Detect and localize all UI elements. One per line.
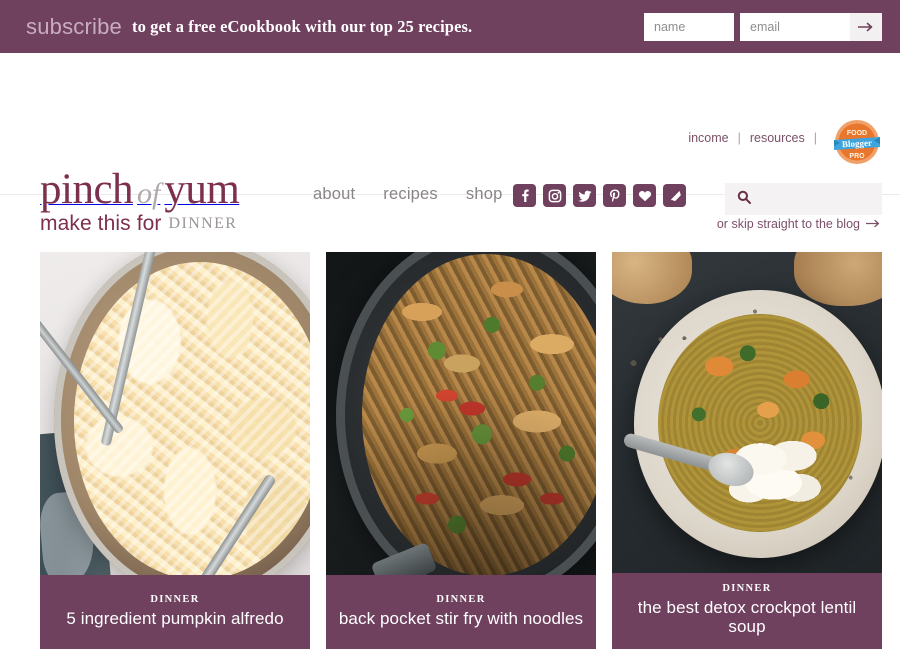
arrow-right-icon	[857, 22, 875, 32]
email-input-wrapper	[740, 12, 882, 41]
recipe-card-title: 5 ingredient pumpkin alfredo	[66, 608, 284, 628]
subscribe-form	[644, 12, 882, 41]
utility-nav: income | resources |	[688, 131, 826, 145]
food-blogger-pro-badge[interactable]: FOOD Blogger PRO	[832, 117, 882, 167]
badge-line1: FOOD	[847, 130, 867, 137]
recipe-card-grid: DINNER 5 ingredient pumpkin alfredo DINN…	[0, 252, 900, 649]
subscribe-submit-button[interactable]	[850, 12, 882, 41]
recipe-card-title: back pocket stir fry with noodles	[338, 608, 584, 628]
utility-nav-separator-2: |	[813, 131, 817, 145]
arrow-right-icon	[865, 217, 882, 231]
recipe-card[interactable]: DINNER back pocket stir fry with noodles	[326, 252, 596, 649]
badge-line2: Blogger	[842, 138, 872, 150]
site-header: income | resources | FOOD Blogger PRO pi…	[0, 53, 900, 215]
recipe-card-caption: DINNER the best detox crockpot lentil so…	[612, 572, 882, 649]
recipe-card-caption: DINNER back pocket stir fry with noodles	[326, 575, 596, 649]
skip-to-blog-link[interactable]: or skip straight to the blog	[717, 217, 882, 231]
skip-to-blog-label: or skip straight to the blog	[716, 216, 860, 231]
subscribe-banner: subscribe to get a free eCookbook with o…	[0, 0, 900, 64]
recipe-card[interactable]: DINNER 5 ingredient pumpkin alfredo	[40, 252, 310, 649]
email-input[interactable]	[740, 12, 850, 41]
recipe-card-kicker: DINNER	[150, 593, 200, 605]
badge-line3: PRO	[849, 153, 865, 160]
subscribe-label: subscribe	[26, 13, 122, 39]
subscribe-tagline: to get a free eCookbook with our top 25 …	[131, 16, 473, 36]
section-header: make this for DINNER or skip straight to…	[0, 195, 900, 252]
utility-nav-item-resources[interactable]: resources	[750, 131, 805, 145]
recipe-card-title: the best detox crockpot lentil soup	[637, 597, 857, 637]
section-title-primary: make this for	[40, 211, 162, 235]
name-input[interactable]	[644, 12, 734, 41]
utility-nav-separator: |	[737, 131, 741, 145]
section-title-secondary: DINNER	[168, 214, 238, 232]
utility-nav-item-income[interactable]: income	[688, 131, 728, 145]
recipe-card-kicker: DINNER	[436, 593, 486, 605]
recipe-card-caption: DINNER 5 ingredient pumpkin alfredo	[40, 575, 310, 649]
recipe-card[interactable]: DINNER the best detox crockpot lentil so…	[612, 252, 882, 649]
recipe-card-kicker: DINNER	[722, 582, 772, 594]
